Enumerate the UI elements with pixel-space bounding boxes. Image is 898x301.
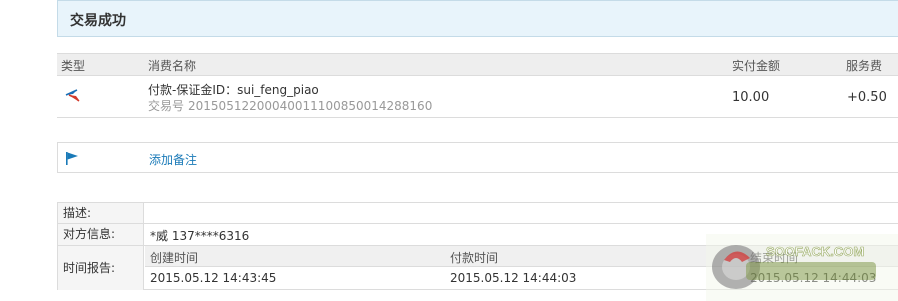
watermark-text: SOOFACK.COM: [766, 244, 864, 259]
service-fee: +0.50: [847, 90, 887, 105]
paid-amount: 10.00: [732, 90, 770, 105]
counterparty-label: 对方信息:: [58, 224, 144, 245]
time-report-label: 时间报告:: [58, 246, 144, 290]
add-remark-link[interactable]: 添加备注: [149, 151, 197, 168]
column-header-fee: 服务费: [846, 59, 883, 73]
remark-section: 添加备注: [57, 142, 898, 173]
status-banner: 交易成功: [57, 0, 898, 37]
column-header-name: 消费名称: [148, 59, 197, 73]
watermark-logo: SOOFACK.COM: [706, 234, 898, 301]
item-name: 付款-保证金ID：sui_feng_piao: [148, 83, 319, 97]
paid-time-label: 付款时间: [450, 251, 499, 265]
trade-number-label: 交易号: [148, 99, 185, 113]
paid-time-value: 2015.05.12 14:44:03: [450, 271, 577, 285]
column-header-type: 类型: [61, 59, 86, 73]
flag-icon: [65, 151, 79, 165]
trade-number-value: 20150512200040011100850014288160: [188, 99, 433, 113]
column-header-amount: 实付金额: [732, 59, 781, 73]
page-title: 交易成功: [70, 13, 126, 29]
created-time-label: 创建时间: [150, 251, 199, 265]
table-row: 付款-保证金ID：sui_feng_piao 交易号 20150512200040…: [57, 76, 898, 118]
counterparty-value: *威 137****6316: [150, 229, 250, 243]
created-time-value: 2015.05.12 14:43:45: [150, 271, 277, 285]
table-header: 类型 消费名称 实付金额 服务费: [57, 53, 898, 76]
trade-number: 交易号 20150512200040011100850014288160: [148, 97, 432, 114]
description-label: 描述:: [58, 203, 144, 223]
description-row: 描述:: [58, 203, 898, 224]
transfer-arrow-icon: [63, 86, 83, 104]
